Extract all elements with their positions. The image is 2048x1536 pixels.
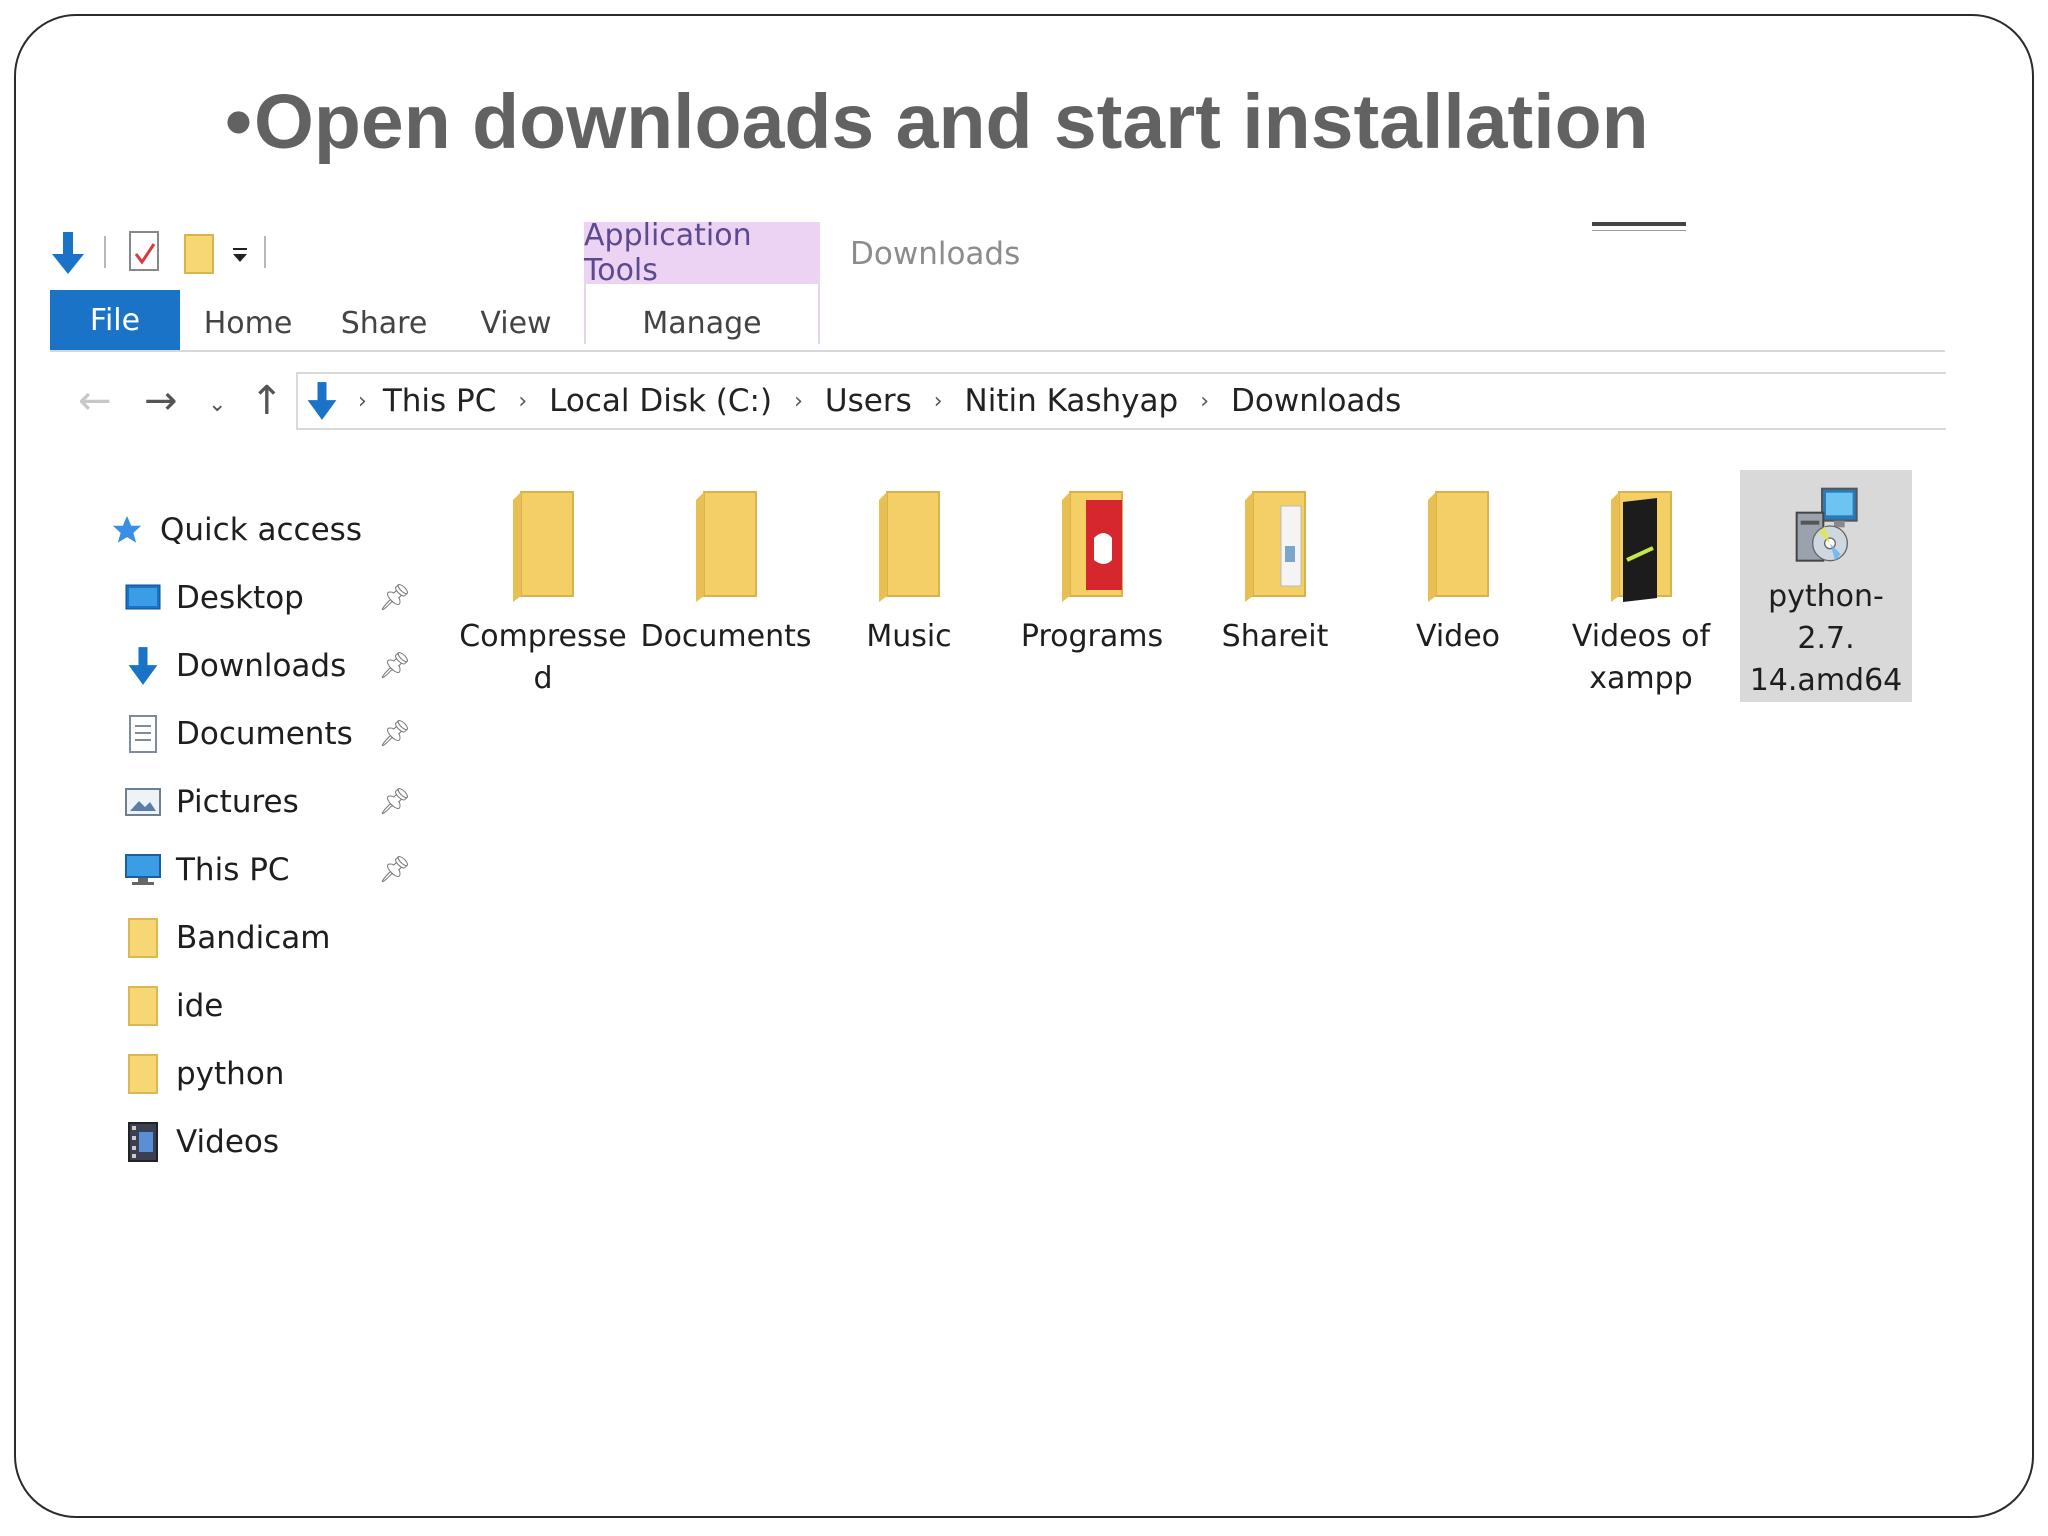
- folder-icon: [124, 986, 162, 1026]
- customize-toolbar-icon[interactable]: [230, 246, 250, 266]
- breadcrumb-separator: ›: [1200, 388, 1210, 414]
- file-label: python-2.7. 14.amd64: [1749, 579, 1903, 698]
- nav-item-label: python: [176, 1056, 285, 1092]
- nav-item-videos[interactable]: Videos: [124, 1114, 279, 1170]
- folder-icon: [124, 918, 162, 958]
- folder-icon: [696, 491, 757, 602]
- folder-icon: [513, 491, 574, 602]
- file-label: Shareit: [1221, 619, 1329, 654]
- file-label: Programs: [1020, 619, 1164, 654]
- breadcrumb-separator: ›: [358, 388, 367, 414]
- nav-item-python[interactable]: python: [124, 1046, 284, 1102]
- download-arrow-icon[interactable]: [48, 230, 88, 276]
- folder-icon: [1428, 491, 1489, 602]
- folder-red-icon: [1062, 491, 1123, 602]
- nav-quick-access-label: Quick access: [160, 512, 362, 548]
- documents-icon: [124, 715, 162, 753]
- file-item-shareit[interactable]: Shareit: [1189, 470, 1361, 702]
- star-icon: [108, 511, 146, 549]
- folder-dark-icon: [1611, 491, 1672, 602]
- slide-title: •Open downloads and start installation: [225, 78, 1649, 167]
- pin-icon[interactable]: 📌︎: [378, 718, 411, 749]
- properties-icon[interactable]: [128, 230, 162, 274]
- nav-item-label: Bandicam: [176, 920, 331, 956]
- pin-icon[interactable]: 📌︎: [378, 650, 411, 681]
- file-item-video[interactable]: Video: [1372, 470, 1544, 702]
- tab-home[interactable]: Home: [198, 296, 298, 350]
- file-item-python-installer[interactable]: python-2.7. 14.amd64: [1740, 470, 1912, 702]
- videos-icon: [124, 1122, 162, 1162]
- nav-item-this-pc[interactable]: This PC: [124, 842, 290, 898]
- tab-manage[interactable]: Manage: [590, 296, 814, 350]
- title-text: Open downloads and start installation: [253, 79, 1649, 165]
- downloads-location-icon: [307, 382, 337, 420]
- breadcrumb-users[interactable]: Users: [825, 383, 912, 419]
- breadcrumb-separator: ›: [794, 388, 803, 414]
- window-title: Downloads: [850, 236, 1021, 272]
- breadcrumb-local-disk[interactable]: Local Disk (C:): [549, 383, 772, 419]
- file-item-music[interactable]: Music: [823, 470, 995, 702]
- pin-icon[interactable]: 📌︎: [378, 786, 411, 817]
- ribbon-divider: [50, 350, 1945, 352]
- tab-file[interactable]: File: [50, 290, 180, 350]
- breadcrumb-downloads[interactable]: Downloads: [1231, 383, 1401, 419]
- breadcrumb-user-folder[interactable]: Nitin Kashyap: [965, 383, 1179, 419]
- tab-share[interactable]: Share: [334, 296, 434, 350]
- nav-item-label: Desktop: [176, 580, 304, 616]
- nav-item-pictures[interactable]: Pictures: [124, 774, 299, 830]
- forward-arrow-icon[interactable]: →: [144, 378, 178, 424]
- nav-quick-access[interactable]: Quick access: [108, 502, 362, 558]
- nav-item-label: Documents: [176, 716, 353, 752]
- nav-item-downloads[interactable]: Downloads: [124, 638, 346, 694]
- nav-item-label: This PC: [176, 852, 290, 888]
- pin-icon[interactable]: 📌︎: [378, 854, 411, 885]
- downloads-icon: [124, 647, 162, 685]
- file-item-documents[interactable]: Documents: [640, 470, 812, 702]
- pin-icon[interactable]: 📌︎: [378, 582, 411, 613]
- installer-icon: [1795, 487, 1858, 562]
- slide-frame: [14, 14, 2034, 1518]
- folder-doc-icon: [1245, 491, 1306, 602]
- up-arrow-icon[interactable]: ↑: [250, 378, 284, 424]
- title-bullet: •: [225, 79, 252, 165]
- file-label: Videos of xampp: [1571, 619, 1711, 696]
- breadcrumb-separator: ›: [518, 388, 528, 414]
- folder-icon: [124, 1054, 162, 1094]
- desktop-icon: [124, 579, 162, 617]
- tab-view[interactable]: View: [466, 296, 566, 350]
- breadcrumb-separator: ›: [933, 388, 943, 414]
- folder-icon: [879, 491, 940, 602]
- application-tools-tab: Application Tools: [584, 218, 820, 288]
- minimize-button[interactable]: [1592, 222, 1686, 231]
- pictures-icon: [124, 783, 162, 821]
- nav-item-desktop[interactable]: Desktop: [124, 570, 304, 626]
- nav-item-ide[interactable]: ide: [124, 978, 223, 1034]
- file-item-compressed[interactable]: Compresse d: [457, 470, 629, 702]
- new-folder-icon[interactable]: [184, 234, 214, 274]
- file-label: Video: [1415, 619, 1501, 654]
- back-arrow-icon[interactable]: ←: [78, 378, 112, 424]
- file-label: Compresse d: [459, 619, 627, 696]
- file-item-programs[interactable]: Programs: [1006, 470, 1178, 702]
- nav-item-label: Downloads: [176, 648, 347, 684]
- nav-item-label: Videos: [176, 1124, 280, 1160]
- nav-item-bandicam[interactable]: Bandicam: [124, 910, 330, 966]
- breadcrumb-this-pc[interactable]: This PC: [383, 383, 497, 419]
- computer-icon: [124, 851, 162, 889]
- file-label: Music: [866, 619, 952, 654]
- recent-locations-chevron-icon[interactable]: ⌄: [208, 392, 226, 417]
- address-bar[interactable]: › This PC › Local Disk (C:) › Users › Ni…: [296, 372, 1946, 430]
- file-item-videos-of-xampp[interactable]: Videos of xampp: [1555, 470, 1727, 702]
- file-label: Documents: [640, 619, 812, 654]
- nav-item-label: ide: [176, 988, 224, 1024]
- nav-item-label: Pictures: [176, 784, 299, 820]
- nav-item-documents[interactable]: Documents: [124, 706, 353, 762]
